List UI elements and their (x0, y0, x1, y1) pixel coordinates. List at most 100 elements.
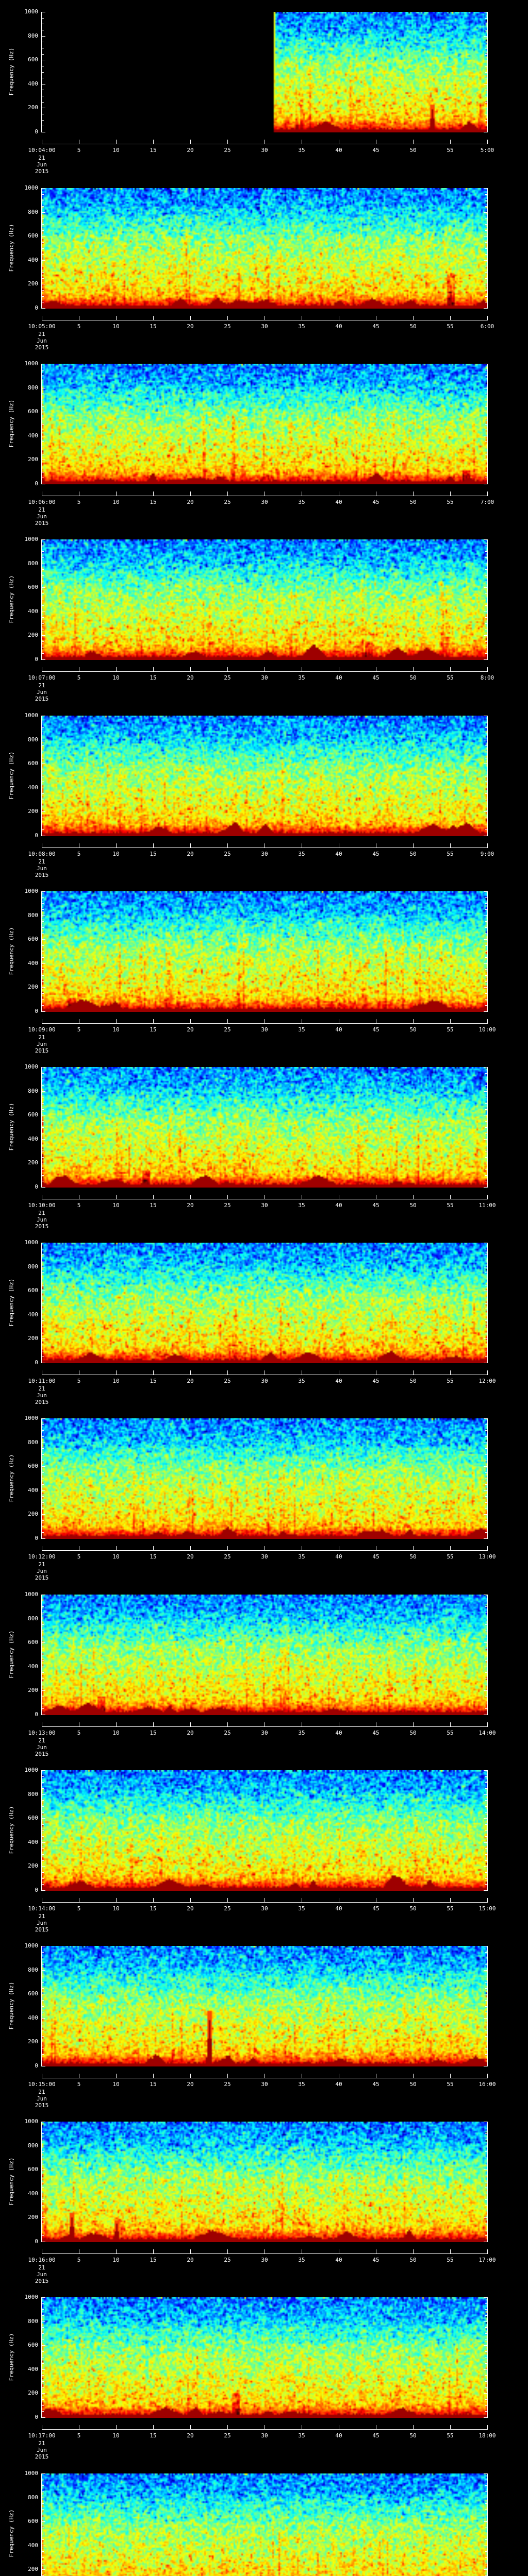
x-major-tick (487, 2425, 488, 2429)
y-major-tick (484, 1091, 487, 1092)
y-minor-tick (42, 2151, 44, 2152)
y-minor-tick (485, 623, 487, 624)
y-minor-tick (485, 2503, 487, 2504)
y-minor-tick (485, 248, 487, 249)
y-minor-tick (485, 1454, 487, 1455)
y-tick-label: 0 (35, 128, 38, 135)
x-tick-label: 10:08:00 (28, 851, 56, 857)
y-tick-label: 200 (28, 104, 38, 111)
y-minor-tick (42, 2557, 44, 2558)
y-minor-tick (42, 102, 44, 103)
spectrogram-image (42, 1418, 487, 1539)
x-tick-label: 30 (261, 1378, 268, 1384)
y-major-tick (42, 1890, 45, 1891)
x-tick-label: 5 (77, 499, 81, 505)
y-major-tick (484, 1418, 487, 1419)
y-tick-label: 1000 (24, 888, 39, 894)
date-label: 21 Jun 2015 (35, 2089, 49, 2109)
x-major-tick (450, 1898, 451, 1902)
x-tick-label: 50 (409, 1730, 417, 1736)
x-major-tick (153, 316, 154, 320)
x-tick-label: 30 (261, 1730, 268, 1736)
y-minor-tick (42, 909, 44, 910)
spectrogram-figure: Frequency (Hz) 0 200 400 600 800 1000 10:04:00 5… (0, 0, 528, 2576)
x-tick-label: 25 (224, 1026, 231, 1033)
y-minor-tick (485, 1988, 487, 1989)
y-minor-tick (485, 2405, 487, 2406)
x-axis (42, 2429, 488, 2430)
y-minor-tick (42, 1005, 44, 1006)
x-tick-label: 20 (187, 147, 194, 154)
x-major-tick (227, 316, 228, 320)
x-major-tick (153, 2074, 154, 2078)
x-tick-label: 55 (447, 1905, 454, 1912)
x-tick-label: 20 (187, 2081, 194, 2088)
y-tick-label: 0 (35, 1711, 38, 1718)
x-tick-label: 10:00 (478, 1026, 496, 1033)
x-tick-label: 35 (298, 147, 305, 154)
x-tick-label: 10 (112, 1553, 120, 1560)
y-major-tick (484, 635, 487, 636)
x-tick-label: 40 (335, 1026, 342, 1033)
x-tick-label: 45 (372, 1202, 380, 1209)
y-tick-label: 800 (28, 2318, 38, 2325)
x-major-tick (153, 1019, 154, 1023)
x-tick-label: 15 (150, 147, 157, 154)
y-minor-tick (485, 557, 487, 558)
y-axis-right (487, 539, 488, 660)
y-tick-label: 600 (28, 1990, 38, 1997)
y-minor-tick (485, 1624, 487, 1625)
y-tick-label: 600 (28, 2342, 38, 2348)
y-tick-label: 1000 (24, 184, 39, 191)
y-tick-label: 400 (28, 257, 38, 263)
y-minor-tick (42, 248, 44, 249)
y-tick-label: 600 (28, 936, 38, 942)
y-minor-tick (485, 1121, 487, 1122)
y-minor-tick (42, 230, 44, 231)
x-major-tick (450, 140, 451, 144)
y-minor-tick (485, 2539, 487, 2540)
x-tick-label: 50 (409, 674, 417, 681)
y-axis-title: Frequency (Hz) (8, 575, 15, 623)
y-minor-tick (42, 2006, 44, 2007)
x-tick-label: 45 (372, 1378, 380, 1384)
y-minor-tick (485, 2485, 487, 2486)
y-axis-right (487, 1243, 488, 1363)
y-minor-tick (42, 2485, 44, 2486)
y-tick-label: 400 (28, 1311, 38, 1318)
y-major-tick (42, 308, 45, 309)
x-tick-label: 40 (335, 323, 342, 330)
y-minor-tick (42, 1157, 44, 1158)
y-minor-tick (485, 2309, 487, 2310)
y-minor-tick (42, 975, 44, 976)
x-tick-label: 45 (372, 2432, 380, 2439)
y-minor-tick (42, 1836, 44, 1837)
x-tick-label: 10 (112, 2432, 120, 2439)
y-minor-tick (42, 2036, 44, 2037)
spectrogram-panel: Frequency (Hz) 0 200 400 600 800 1000 10:17:00 5… (0, 2294, 528, 2473)
y-minor-tick (485, 1854, 487, 1855)
x-major-tick (227, 2249, 228, 2253)
y-minor-tick (42, 54, 44, 55)
y-axis-title: Frequency (Hz) (8, 224, 15, 272)
x-tick-label: 40 (335, 1905, 342, 1912)
y-major-tick (484, 811, 487, 812)
y-axis-title: Frequency (Hz) (8, 1630, 15, 1679)
x-major-tick (116, 2425, 117, 2429)
spectrogram-image (42, 364, 487, 484)
y-axis-right (487, 1418, 488, 1539)
x-major-tick (413, 1019, 414, 1023)
x-tick-label: 35 (298, 674, 305, 681)
x-major-tick (487, 843, 488, 848)
y-minor-tick (485, 1532, 487, 1533)
y-minor-tick (42, 1436, 44, 1437)
y-minor-tick (485, 1175, 487, 1176)
y-major-tick (42, 2321, 45, 2322)
y-minor-tick (485, 927, 487, 928)
y-major-tick (42, 2473, 45, 2474)
y-tick-label: 400 (28, 2190, 38, 2197)
y-minor-tick (42, 617, 44, 618)
y-minor-tick (42, 993, 44, 994)
x-tick-label: 40 (335, 1553, 342, 1560)
x-major-tick (487, 1370, 488, 1375)
